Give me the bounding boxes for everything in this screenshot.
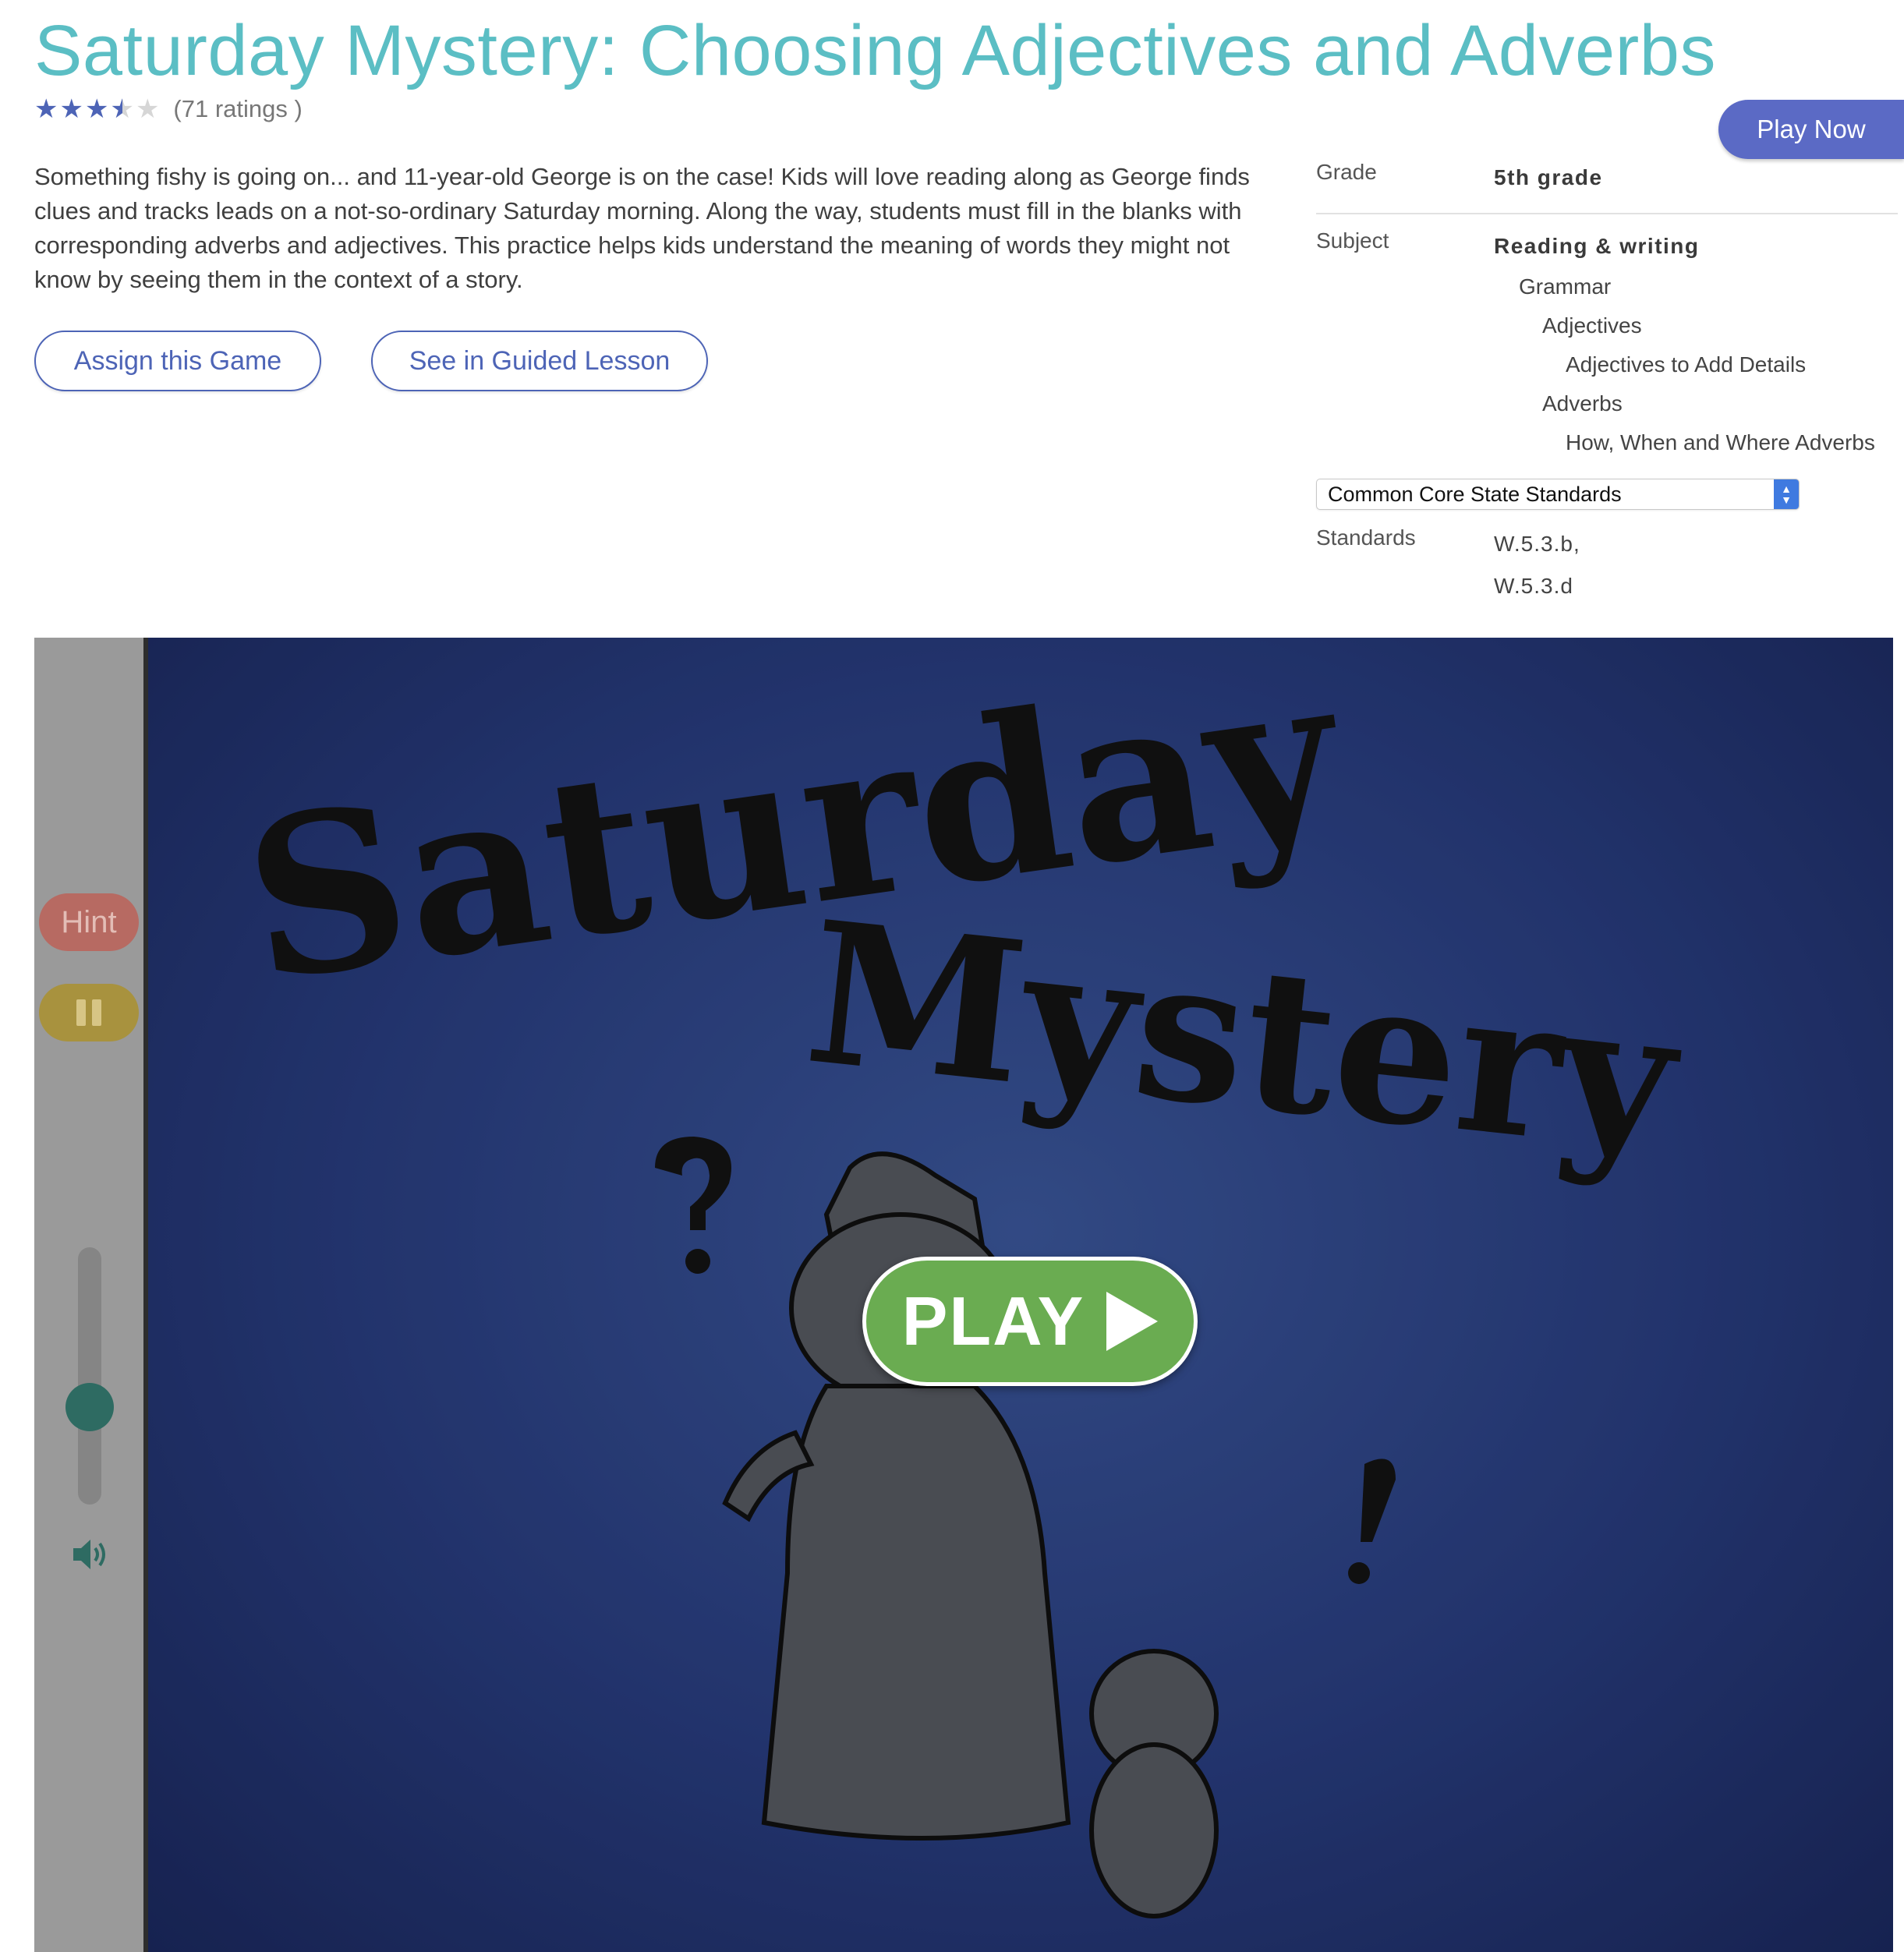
grade-value[interactable]: 5th grade — [1494, 165, 1603, 190]
play-label: PLAY — [901, 1282, 1085, 1360]
pause-icon — [73, 999, 104, 1026]
subject-label: Subject — [1316, 228, 1389, 253]
pause-button[interactable] — [39, 984, 139, 1041]
game-description: Something fishy is going on... and 11-ye… — [34, 163, 1250, 293]
subject-value[interactable]: Reading & writing — [1494, 234, 1700, 259]
standards-select-value: Common Core State Standards — [1328, 482, 1622, 506]
play-game-button[interactable]: PLAY — [862, 1257, 1198, 1386]
star-rating: ★ ★ ★ ★ ★ — [34, 96, 161, 122]
subject-item-adjectives[interactable]: Adjectives — [1542, 313, 1642, 338]
volume-slider[interactable] — [78, 1247, 101, 1505]
game-sidebar: Hint — [34, 638, 143, 1952]
play-now-button[interactable]: Play Now — [1718, 100, 1904, 159]
standard-item[interactable]: W.5.3.b, — [1494, 532, 1580, 557]
subject-item-grammar[interactable]: Grammar — [1519, 274, 1611, 299]
select-arrows-icon: ▲ ▼ — [1774, 479, 1799, 509]
rating-count: (71 ratings ) — [173, 95, 303, 122]
subject-item-adverbs[interactable]: Adverbs — [1542, 391, 1623, 416]
standards-label: Standards — [1316, 525, 1416, 550]
game-frame: Hint Saturday Mystery — [34, 638, 1893, 1952]
star-icon: ★ — [84, 94, 109, 124]
guided-lesson-button[interactable]: See in Guided Lesson — [371, 331, 708, 391]
star-icon: ★ — [59, 94, 83, 124]
rating: ★ ★ ★ ★ ★ (71 ratings ) — [34, 94, 303, 125]
standard-item[interactable]: W.5.3.d — [1494, 574, 1573, 599]
grade-label: Grade — [1316, 160, 1377, 184]
star-icon: ★ — [34, 94, 58, 124]
play-triangle-icon — [1106, 1292, 1159, 1351]
standards-select[interactable]: Common Core State Standards ▲ ▼ — [1316, 479, 1800, 510]
half-star-icon: ★ — [110, 96, 133, 122]
star-icon: ★ — [135, 94, 160, 124]
hint-button[interactable]: Hint — [39, 893, 139, 951]
divider — [1316, 213, 1898, 214]
subject-item-adjectives-details[interactable]: Adjectives to Add Details — [1566, 352, 1806, 377]
assign-game-button[interactable]: Assign this Game — [34, 331, 321, 391]
volume-icon[interactable] — [69, 1533, 112, 1576]
game-canvas[interactable]: Saturday Mystery — [148, 638, 1893, 1952]
page-title: Saturday Mystery: Choosing Adjectives an… — [34, 11, 1716, 90]
volume-slider-handle[interactable] — [65, 1383, 114, 1432]
subject-item-how-when-where[interactable]: How, When and Where Adverbs — [1566, 430, 1875, 455]
